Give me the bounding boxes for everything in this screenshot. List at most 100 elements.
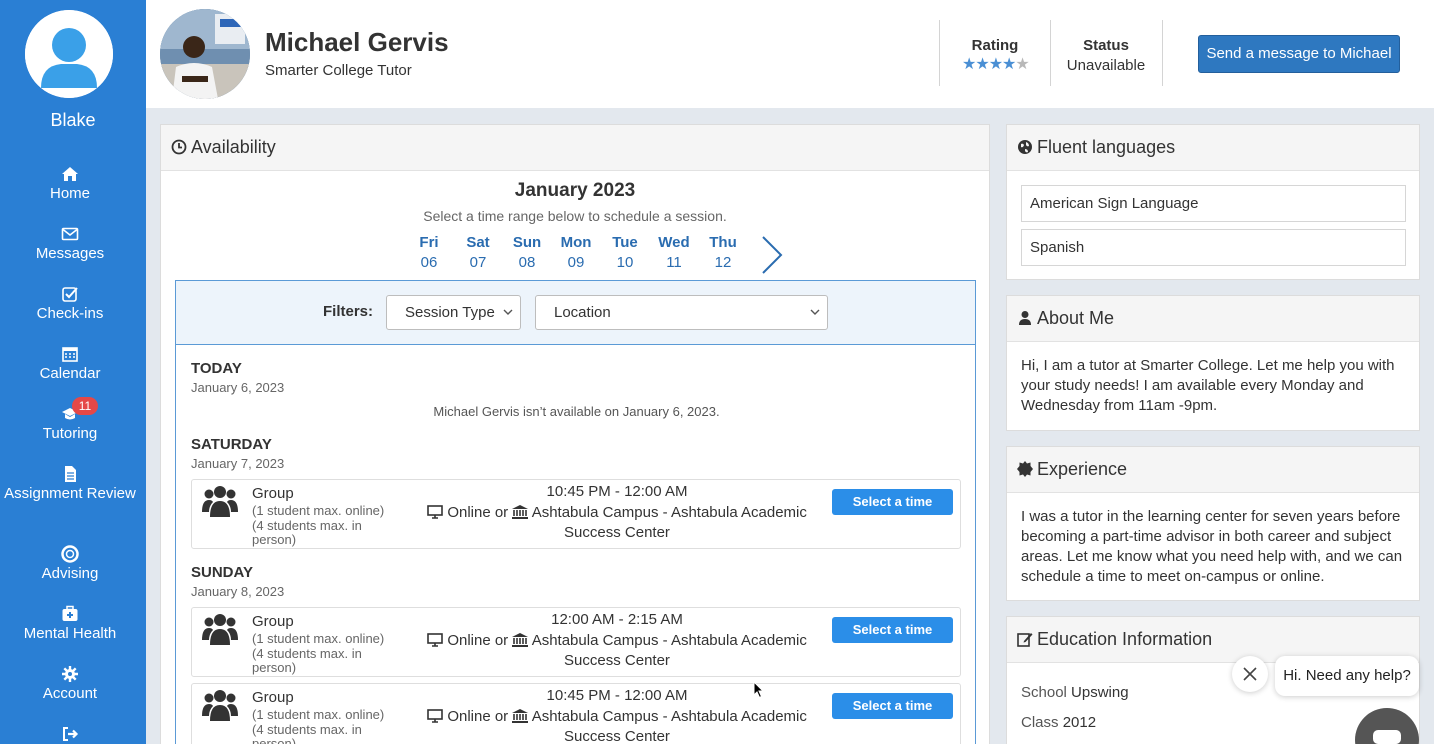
experience-header: Experience [1007,447,1419,493]
languages-panel: Fluent languages American Sign Language … [1006,124,1420,280]
next-week-arrow-icon[interactable] [759,235,785,275]
day-number: 11 [666,254,682,271]
day-fri[interactable]: Fri 06 [404,234,454,271]
sidebar-item-label: Advising [41,565,99,582]
online-capacity: (1 student max. online) [252,707,385,722]
day-sat[interactable]: Sat 07 [453,234,503,271]
session-type-select[interactable]: Session Type [386,295,521,330]
day-name: Mon [560,234,592,251]
star-icon: ★ [962,56,976,73]
session-slot: Group (1 student max. online) (4 student… [191,683,961,744]
day-sun[interactable]: Sun 08 [502,234,552,271]
institution-icon [512,505,529,519]
education-class: Class 2012 [1021,713,1406,733]
user-name: Blake [50,110,96,130]
experience-title: Experience [1037,459,1128,479]
day-mon[interactable]: Mon 09 [551,234,601,271]
day-number: 06 [420,254,438,271]
sidebar-item-label: Tutoring [42,425,98,442]
send-message-button[interactable]: Send a message to Michael [1198,35,1400,73]
chat-bubble[interactable]: Hi. Need any help? [1275,656,1419,696]
campus-name: Ashtabula Campus - Ashtabula Academic Su… [531,504,807,541]
desktop-icon [427,709,443,723]
sign-out-icon [63,727,79,741]
sidebar-item-label: Calendar [39,365,101,382]
star-icon: ★ [975,56,989,73]
sidebar-item-account[interactable]: Account [0,665,140,704]
select-time-button[interactable]: Select a time [832,617,953,643]
location-value: Location [554,304,611,321]
desktop-icon [427,633,443,647]
day-thu[interactable]: Thu 12 [698,234,748,271]
experience-panel: Experience I was a tutor in the learning… [1006,446,1420,601]
desktop-icon [427,505,443,519]
calendar-icon [62,347,78,362]
gear-icon [62,666,78,682]
day-number: 10 [616,254,634,271]
session-type-value: Session Type [405,304,495,321]
filters-bar: Filters: Session Type Location [175,280,976,345]
sidebar-item-advising[interactable]: Advising [0,545,140,584]
saturday-heading: SATURDAY [191,436,272,453]
status-value: Unavailable [1066,57,1146,74]
school-value: Upswing [1071,684,1129,701]
group-icon [202,614,238,645]
envelope-icon [61,227,79,241]
about-title: About Me [1037,308,1115,328]
languages-header: Fluent languages [1007,125,1419,171]
sidebar-item-sign-out[interactable] [0,725,140,744]
select-time-button[interactable]: Select a time [832,693,953,719]
institution-icon [512,633,529,647]
class-value: 2012 [1062,714,1097,731]
language-item: American Sign Language [1021,185,1406,222]
sidebar-item-mental-health[interactable]: Mental Health [0,605,140,644]
tutor-photo-image [160,9,250,99]
session-type: Group [252,689,294,706]
session-time: 10:45 PM - 12:00 AM [546,687,688,704]
chevron-down-icon [503,309,513,315]
sessions-list: TODAY January 6, 2023 Michael Gervis isn… [175,345,976,744]
group-icon [202,486,238,517]
sidebar: Blake Home Messages Check-ins Calendar 1… [0,0,146,744]
sidebar-item-label: Account [42,685,98,702]
sidebar-item-check-ins[interactable]: Check-ins [0,285,140,324]
sidebar-item-label: Check-ins [36,305,104,322]
day-number: 12 [714,254,732,271]
select-time-button[interactable]: Select a time [832,489,953,515]
availability-title: Availability [191,137,276,157]
sunday-date: January 8, 2023 [191,584,285,599]
online-capacity: (1 student max. online) [252,631,385,646]
day-tue[interactable]: Tue 10 [600,234,650,271]
sidebar-item-messages[interactable]: Messages [0,225,140,264]
chat-close-button[interactable] [1232,656,1268,692]
day-wed[interactable]: Wed 11 [649,234,699,271]
header-divider [1162,20,1163,86]
session-slot: Group (1 student max. online) (4 student… [191,607,961,677]
rating-stars: ★★★★★ [962,56,1030,73]
sidebar-item-home[interactable]: Home [0,165,140,204]
language-item: Spanish [1021,229,1406,266]
chevron-down-icon [810,309,820,315]
not-available-message: Michael Gervis isn’t available on Januar… [433,404,720,419]
sidebar-item-assignment-review[interactable]: Assignment Review [0,465,140,504]
online-or-label: Online or [447,632,509,649]
institution-icon [512,709,529,723]
session-type: Group [252,485,294,502]
sidebar-item-tutoring[interactable]: 11 Tutoring [0,397,140,444]
sidebar-item-calendar[interactable]: Calendar [0,345,140,384]
tutor-name: Michael Gervis [265,27,449,57]
saturday-date: January 7, 2023 [191,456,285,471]
user-icon [1019,311,1031,325]
in-person-capacity: (4 students max. in person) [252,722,362,744]
day-name: Sat [466,234,490,251]
calendar-subtitle: Select a time range below to schedule a … [423,208,727,224]
user-avatar[interactable] [25,10,113,98]
session-slot: Group (1 student max. online) (4 student… [191,479,961,549]
experience-text: I was a tutor in the learning center for… [1021,508,1403,585]
tutoring-badge: 11 [72,397,98,415]
star-icon: ★ [988,56,1003,73]
location-select[interactable]: Location [535,295,828,330]
session-time: 12:00 AM - 2:15 AM [551,611,683,628]
mouse-cursor-icon [753,681,765,699]
medkit-icon [62,605,78,621]
